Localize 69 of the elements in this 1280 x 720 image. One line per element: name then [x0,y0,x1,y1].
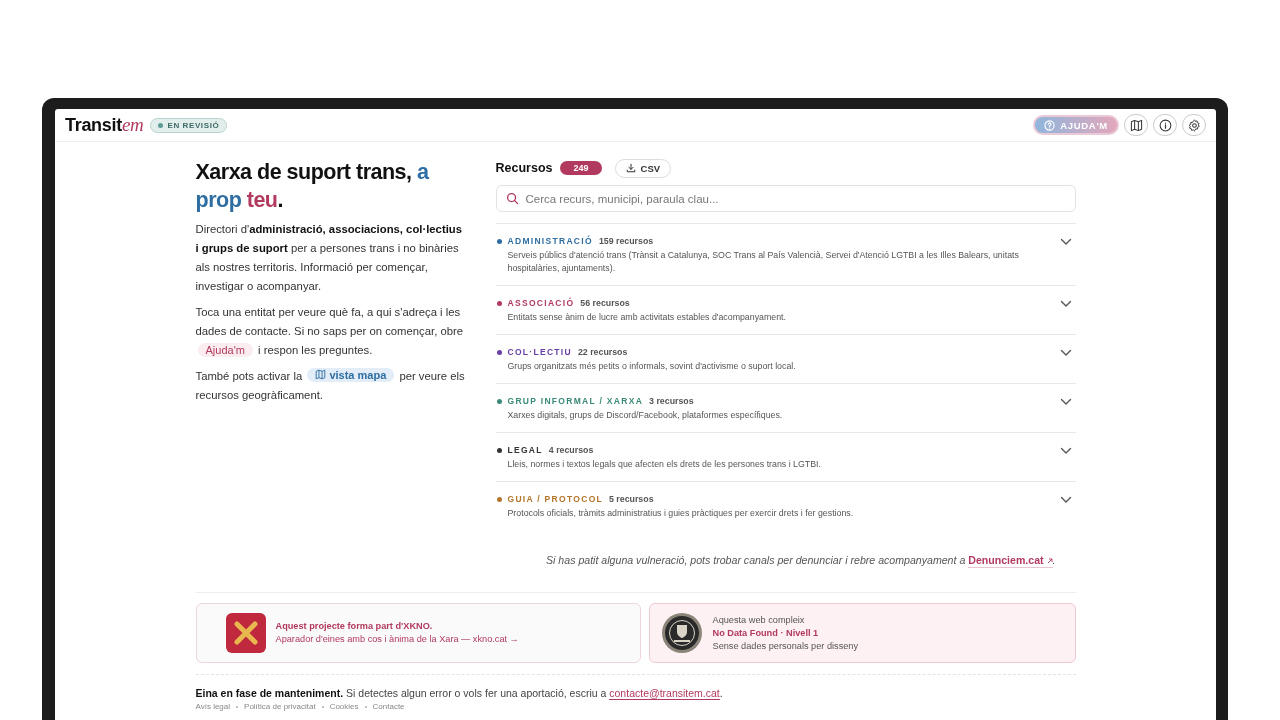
chevron-down-icon [1059,238,1072,246]
chevron-down-icon [1059,349,1072,357]
search-field[interactable]: Cerca recurs, municipi, paraula clau... [495,185,1076,212]
category-count: 56 recursos [580,298,630,308]
category-name: GUIA / PROTOCOL [507,494,604,504]
settings-icon [1187,118,1201,132]
map-button[interactable] [1124,114,1148,136]
category-row[interactable]: ASSOCIACIÓ 56 recursos Entitats sense ànim de lucre amb activitats estables d'acompanyament. [495,285,1076,334]
xkno-card[interactable]: Aquest projecte forma part d'XKNO. Aparador d'eines amb cos i ànima de la Xara — xkno.cat → [195,603,641,663]
chevron-down-icon [1059,447,1072,455]
category-description: Protocols oficials, tràmits administratius i guies pràctiques per exercir drets i fer gestions. [506,507,855,520]
card-title: No Data Found · Nivell 1 [712,626,820,640]
chevron-down-icon [1059,496,1072,504]
csv-button[interactable]: CSV [614,158,672,178]
chevron-down-icon [1059,300,1072,308]
intro-paragraph: Toca una entitat per veure què fa, a qui s'adreça i les dades de contacte. Si no saps per on començar, obre Ajuda'm i respon les preguntes. [195,305,465,359]
category-description: Lleis, normes i textos legals que afecten els drets de les persones trans i LGTBI. [506,458,822,471]
logo[interactable]: Transitem [65,114,144,136]
info-icon [1158,118,1172,132]
category-description: Entitats sense ànim de lucre amb activitats estables d'acompanyament. [506,311,787,324]
card-subtitle: Aparador d'eines amb cos i ànima de la Xara — xkno.cat → [275,633,519,646]
footer-link[interactable]: Política de privacitat [244,702,316,711]
category-name: ADMINISTRACIÓ [507,236,593,246]
category-row[interactable]: COL·LECTIU 22 recursos Grups organitzats més petits o informals, sovint d'activisme o suport local. [495,334,1076,383]
question-icon [1044,119,1056,131]
report-note: Si has patit alguna vulneració, pots trobar canals per denunciar i rebre acompanyament a Denunciem.cat . [545,554,1056,566]
card-subtitle: Sense dades personals per disseny [712,639,859,653]
category-count: 5 recursos [609,494,654,504]
category-name: ASSOCIACIÓ [507,298,575,308]
maintenance-notice: Eina en fase de manteniment. Si detectes algun error o vols fer una aportació, escriu a contacte@transitem.cat. [195,687,724,699]
map-icon [315,369,327,380]
intro-paragraph: Directori d'administració, associacions, col·lectius i grups de suport per a persones trans i no binàries als nostres territoris. Informació per començar, investigar o acompanyar. [195,222,463,294]
map-view-link[interactable]: vista mapa [307,367,395,382]
category-name: LEGAL [507,445,543,455]
section-title: Recursos [495,161,553,175]
category-count: 4 recursos [548,445,594,455]
category-name: COL·LECTIU [507,347,572,357]
category-count: 159 recursos [598,236,654,246]
settings-button[interactable] [1182,114,1206,136]
map-icon [1129,118,1143,132]
category-name: GRUP INFORMAL / XARXA [507,396,644,406]
headline: Xarxa de suport trans, a prop teu. [195,159,430,214]
category-row[interactable]: ADMINISTRACIÓ 159 recursos Serveis públics d'atenció trans (Trànsit a Catalunya, SOC Trans al País Valencià, Servei d'Atenció LGTBI a les Illes Balears, unitats hospitalàries, ajuntaments). [495,223,1076,285]
external-link-icon [1046,558,1053,564]
help-link[interactable]: Ajuda'm [197,343,253,357]
denunciem-link[interactable]: Denunciem.cat [968,554,1053,568]
category-row[interactable]: GUIA / PROTOCOL 5 recursos Protocols oficials, tràmits administratius i guies pràctiques per exercir drets i fer gestions. [495,481,1076,530]
info-button[interactable] [1153,114,1177,136]
chevron-down-icon [1059,398,1072,406]
status-badge: EN REVISIÓ [150,117,228,133]
no-data-found-card[interactable]: Aquesta web compleix No Data Found · Nivell 1 Sense dades personals per disseny [648,603,1076,663]
footer-link[interactable]: Cookies [329,702,359,711]
footer-link[interactable]: Avís legal [195,702,231,711]
count-badge: 249 [560,161,602,175]
category-row[interactable]: GRUP INFORMAL / XARXA 3 recursos Xarxes digitals, grups de Discord/Facebook, plataformes específiques. [495,383,1076,432]
intro-paragraph: També pots activar la vista mapa per veure els recursos geogràficament. [195,367,466,403]
email-link[interactable]: contacte@transitem.cat [609,687,720,700]
category-row[interactable]: LEGAL 4 recursos Lleis, normes i textos legals que afecten els drets de les persones trans i LGTBI. [495,432,1076,481]
category-count: 3 recursos [649,396,694,406]
x-logo-icon [225,613,266,653]
card-title: Aquest projecte forma part d'XKNO. [275,620,434,633]
category-description: Grups organitzats més petits o informals, sovint d'activisme o suport local. [506,360,797,373]
seal-icon [660,612,703,654]
card-lead: Aquesta web compleix [712,613,806,627]
download-icon [625,163,636,173]
category-description: Serveis públics d'atenció trans (Trànsit a Catalunya, SOC Trans al País Valencià, Servei d'Atenció LGTBI a les Illes Balears, unitats hospitalàries, ajuntaments). [506,249,1020,275]
category-count: 22 recursos [577,347,628,357]
footer-link[interactable]: Contacte [372,702,405,711]
category-description: Xarxes digitals, grups de Discord/Facebook, plataformes específiques. [506,409,784,422]
